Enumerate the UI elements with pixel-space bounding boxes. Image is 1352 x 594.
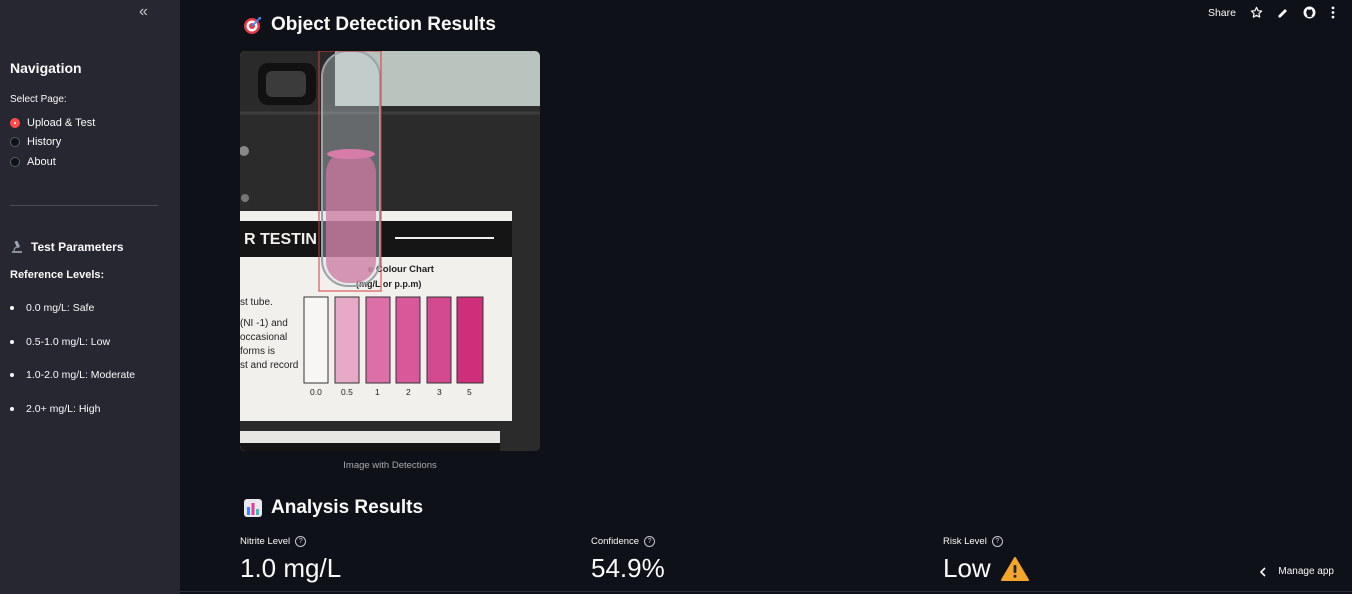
sidebar: « Navigation Select Page: Upload & Test …	[0, 0, 180, 594]
bar-chart-icon	[244, 499, 262, 517]
bullet-icon	[10, 306, 14, 310]
chart-level-1: 0.5	[341, 387, 353, 397]
bullet-icon	[10, 407, 14, 412]
metric-label-risk: Risk Level ?	[943, 536, 1003, 547]
github-icon[interactable]	[1303, 6, 1316, 19]
list-item: 2.0+ mg/L: High	[10, 403, 135, 437]
radio-upload-test[interactable]: Upload & Test	[10, 113, 95, 133]
chart-level-3: 2	[406, 387, 411, 397]
chart-level-2: 1	[375, 387, 380, 397]
help-icon[interactable]: ?	[644, 536, 656, 547]
dart-target-icon	[244, 17, 261, 34]
radio-unchecked-icon[interactable]	[10, 137, 20, 148]
bullet-icon	[10, 339, 14, 344]
radio-checked-icon[interactable]	[10, 117, 20, 128]
side-text: st and record	[240, 360, 298, 371]
pencil-icon[interactable]	[1277, 7, 1289, 19]
radio-unchecked-icon[interactable]	[10, 156, 20, 167]
select-page-label: Select Page:	[10, 94, 67, 105]
detection-image: R TESTIN e Colour Chart (mg/L or p.p.m) …	[240, 51, 540, 451]
detection-image-drawing: R TESTIN e Colour Chart (mg/L or p.p.m) …	[240, 51, 540, 451]
metric-label-text: Nitrite Level	[240, 536, 291, 547]
list-item: 0.0 mg/L: Safe	[10, 302, 135, 336]
metric-value-risk: Low	[943, 553, 1029, 584]
params-title-text: Test Parameters	[31, 240, 124, 254]
radio-history[interactable]: History	[10, 133, 95, 153]
share-button[interactable]: Share	[1208, 7, 1236, 19]
analysis-title: Analysis Results	[271, 497, 424, 518]
risk-value-text: Low	[943, 553, 991, 583]
chart-level-5: 5	[467, 387, 472, 397]
metric-label-text: Confidence	[591, 536, 640, 547]
navigation-title: Navigation	[10, 60, 82, 76]
radio-label: History	[27, 136, 62, 149]
metric-label-confidence: Confidence ?	[591, 536, 656, 547]
top-toolbar: Share	[1208, 6, 1336, 19]
detection-title: Object Detection Results	[271, 14, 496, 35]
side-text: (NI -1) and	[240, 318, 288, 329]
side-text: occasional	[240, 332, 287, 343]
list-item: 1.0-2.0 mg/L: Moderate	[10, 369, 135, 403]
chevron-left-icon	[1260, 566, 1266, 577]
metric-label-nitrite: Nitrite Level ?	[240, 536, 307, 547]
collapse-sidebar-button[interactable]: «	[139, 3, 148, 21]
metric-value-nitrite: 1.0 mg/L	[240, 553, 342, 583]
more-vertical-icon[interactable]	[1330, 6, 1336, 19]
radio-label: Upload & Test	[27, 116, 96, 129]
radio-label: About	[27, 155, 56, 168]
label-testing-text: R TESTIN	[244, 231, 317, 248]
metric-value-confidence: 54.9%	[591, 553, 665, 583]
reference-levels-title: Reference Levels:	[10, 269, 105, 281]
bullet-icon	[10, 373, 14, 378]
ref-level-text: 2.0+ mg/L: High	[26, 403, 101, 416]
detection-heading: Object Detection Results	[243, 14, 496, 36]
help-icon[interactable]: ?	[991, 536, 1003, 547]
list-item: 0.5-1.0 mg/L: Low	[10, 336, 135, 370]
ref-level-text: 0.5-1.0 mg/L: Low	[26, 335, 111, 348]
side-text: forms is	[240, 346, 275, 357]
metric-label-text: Risk Level	[943, 536, 987, 547]
manage-app-label: Manage app	[1278, 566, 1334, 577]
microscope-icon	[12, 240, 22, 253]
reference-levels-list: 0.0 mg/L: Safe 0.5-1.0 mg/L: Low 1.0-2.0…	[10, 302, 135, 437]
ref-level-text: 1.0-2.0 mg/L: Moderate	[26, 369, 136, 382]
star-icon[interactable]	[1250, 6, 1263, 19]
chart-level-0: 0.0	[310, 387, 322, 397]
footer-divider	[180, 591, 1352, 592]
radio-about[interactable]: About	[10, 152, 95, 172]
warning-icon	[1000, 556, 1029, 581]
manage-app-button[interactable]: Manage app	[1259, 566, 1334, 577]
page-radio-group: Upload & Test History About	[10, 113, 95, 172]
ref-level-text: 0.0 mg/L: Safe	[26, 302, 95, 314]
sidebar-divider	[10, 205, 158, 206]
help-icon[interactable]: ?	[295, 536, 307, 547]
chart-level-4: 3	[437, 387, 442, 397]
side-text: st tube.	[240, 297, 273, 308]
analysis-heading: Analysis Results	[243, 497, 423, 519]
image-caption: Image with Detections	[343, 460, 437, 471]
test-parameters-heading: Test Parameters	[10, 240, 124, 254]
